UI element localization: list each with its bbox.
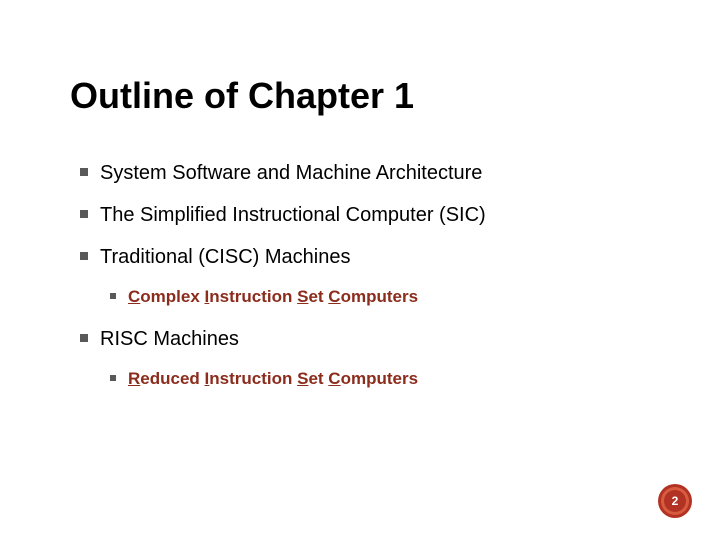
- sub-list-item: Complex Instruction Set Computers: [110, 286, 640, 308]
- sub-list-item-text: Complex Instruction Set Computers: [128, 286, 418, 308]
- page-number: 2: [672, 494, 679, 508]
- square-bullet-icon: [80, 252, 88, 260]
- list-item-text: The Simplified Instructional Computer (S…: [100, 202, 486, 228]
- square-bullet-icon: [110, 375, 116, 381]
- sub-list-item-text: Reduced Instruction Set Computers: [128, 368, 418, 390]
- slide-title: Outline of Chapter 1: [70, 75, 414, 117]
- list-item: System Software and Machine Architecture: [80, 160, 640, 186]
- badge-ring-inner-icon: 2: [664, 490, 686, 512]
- list-item-text: System Software and Machine Architecture: [100, 160, 482, 186]
- list-item: RISC Machines: [80, 326, 640, 352]
- list-item: The Simplified Instructional Computer (S…: [80, 202, 640, 228]
- slide-content: System Software and Machine Architecture…: [80, 160, 640, 408]
- list-item-text: RISC Machines: [100, 326, 239, 352]
- square-bullet-icon: [80, 168, 88, 176]
- square-bullet-icon: [80, 334, 88, 342]
- sub-list-item: Reduced Instruction Set Computers: [110, 368, 640, 390]
- slide: Outline of Chapter 1 System Software and…: [0, 0, 720, 540]
- page-number-badge: 2: [658, 484, 692, 518]
- square-bullet-icon: [110, 293, 116, 299]
- list-item-text: Traditional (CISC) Machines: [100, 244, 350, 270]
- list-item: Traditional (CISC) Machines: [80, 244, 640, 270]
- square-bullet-icon: [80, 210, 88, 218]
